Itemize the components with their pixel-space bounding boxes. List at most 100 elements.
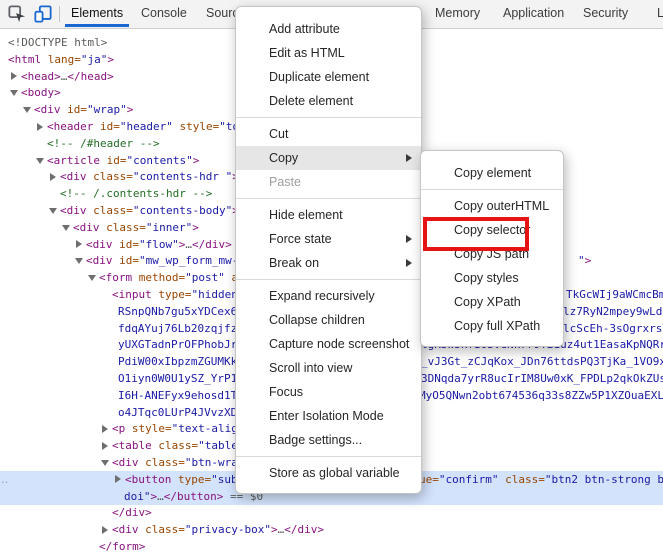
- dom-node-code: <form method="post" a: [99, 269, 238, 286]
- dom-node-code: fdqAYuj76Lb20zqjfzbU: [118, 320, 250, 337]
- devtools-window: ElementsConsoleSourcesMemoryApplicationS…: [0, 0, 663, 555]
- menu-item-copy-outerhtml[interactable]: Copy outerHTML: [421, 194, 563, 218]
- collapse-arrow-icon[interactable]: [100, 437, 110, 454]
- dom-node-code: <div id="wrap">: [34, 101, 133, 118]
- dom-node-code: <div class="contents-hdr ">: [60, 168, 239, 185]
- dom-node-code: o4JTqc0LUrP4JVvzXDLm: [118, 404, 250, 421]
- dom-node-code: <p style="text-align: [112, 420, 244, 437]
- menu-item-edit-as-html[interactable]: Edit as HTML: [236, 41, 421, 65]
- menu-item-store-as-global-variable[interactable]: Store as global variable: [236, 461, 421, 485]
- dom-node-code: <div class="privacy-box">…</div>: [112, 521, 324, 538]
- menu-separator: [236, 198, 421, 199]
- menu-item-collapse-children[interactable]: Collapse children: [236, 308, 421, 332]
- wrapped-text-fragment: _vJ3Gt_zCJqKox_JDn76ttdsPQ3TjKa_1VO9x: [421, 353, 663, 370]
- dom-node-code: <!-- /.contents-hdr -->: [60, 185, 212, 202]
- menu-item-delete-element[interactable]: Delete element: [236, 89, 421, 113]
- menu-separator: [236, 117, 421, 118]
- collapse-arrow-icon[interactable]: [9, 68, 19, 85]
- tab-application[interactable]: Application: [496, 0, 571, 27]
- dom-node-code: <!DOCTYPE html>: [8, 34, 107, 51]
- toolbar-divider: [59, 6, 60, 22]
- dom-tree-row[interactable]: </div>: [0, 504, 663, 521]
- menu-item-capture-node-screenshot[interactable]: Capture node screenshot: [236, 332, 421, 356]
- dom-node-code: <div id="flow">…</div>: [86, 236, 232, 253]
- menu-item-break-on[interactable]: Break on: [236, 251, 421, 275]
- collapse-arrow-icon[interactable]: [35, 118, 45, 135]
- menu-separator: [421, 189, 563, 190]
- menu-separator: [236, 456, 421, 457]
- dom-node-code: I6H-ANEFyx9ehosd1T5y: [118, 387, 250, 404]
- menu-item-enter-isolation-mode[interactable]: Enter Isolation Mode: [236, 404, 421, 428]
- dom-node-code: <input type="hidden": [112, 286, 244, 303]
- menu-item-add-attribute[interactable]: Add attribute: [236, 17, 421, 41]
- dom-node-code: <!-- /#header -->: [47, 135, 160, 152]
- wrapped-text-fragment: MyO5QNwn2obt674536q33s8ZZw5P1XZOuaEXL: [419, 387, 663, 404]
- collapse-arrow-icon[interactable]: [48, 168, 58, 185]
- expand-arrow-icon[interactable]: [48, 202, 58, 219]
- tab-security[interactable]: Security: [576, 0, 635, 27]
- dom-node-code: <header id="header" style="to: [47, 118, 239, 135]
- expand-arrow-icon[interactable]: [74, 252, 84, 269]
- device-toolbar-icon[interactable]: [34, 5, 52, 23]
- tab-lighthouse[interactable]: Lighthouse: [650, 0, 663, 27]
- menu-item-cut[interactable]: Cut: [236, 122, 421, 146]
- menu-item-copy-element[interactable]: Copy element: [421, 161, 563, 185]
- wrapped-text-fragment: lcScEh-3sOgrxrsV: [563, 320, 663, 337]
- menu-item-copy[interactable]: Copy: [236, 146, 421, 170]
- expand-arrow-icon[interactable]: [35, 152, 45, 169]
- collapse-arrow-icon[interactable]: [100, 420, 110, 437]
- wrapped-text-fragment: ">: [578, 252, 591, 269]
- row-more-dots: ‥: [1, 471, 9, 488]
- tab-memory[interactable]: Memory: [428, 0, 487, 27]
- menu-item-copy-xpath[interactable]: Copy XPath: [421, 290, 563, 314]
- context-menu: Add attributeEdit as HTMLDuplicate eleme…: [235, 6, 422, 494]
- tab-console[interactable]: Console: [134, 0, 194, 27]
- dom-node-code: <head>…</head>: [21, 68, 114, 85]
- expand-arrow-icon[interactable]: [100, 454, 110, 471]
- dom-node-code: <div id="mw_wp_form_mw-: [86, 252, 238, 269]
- wrapped-text-fragment: ue="confirm" class="btn2 btn-strong bt: [419, 471, 663, 488]
- expand-arrow-icon[interactable]: [22, 101, 32, 118]
- expand-arrow-icon[interactable]: [87, 269, 97, 286]
- dom-node-code: </div>: [112, 504, 152, 521]
- wrapped-text-fragment: TkGcWIj9aWCmcBm: [566, 286, 663, 303]
- dom-node-code: <body>: [21, 84, 61, 101]
- tab-elements[interactable]: Elements: [64, 0, 130, 27]
- collapse-arrow-icon[interactable]: [100, 521, 110, 538]
- submenu-arrow-icon: [406, 259, 412, 267]
- annotation-red-box: [423, 217, 529, 251]
- dom-node-code: <div class="inner">: [73, 219, 199, 236]
- dom-node-code: yUXGTadnPrOFPhobJrCE: [118, 336, 250, 353]
- menu-item-scroll-into-view[interactable]: Scroll into view: [236, 356, 421, 380]
- dom-node-code: </form>: [99, 538, 145, 555]
- menu-item-focus[interactable]: Focus: [236, 380, 421, 404]
- menu-item-hide-element[interactable]: Hide element: [236, 203, 421, 227]
- dom-node-code: <div class="btn-wrap: [112, 454, 244, 471]
- menu-item-copy-full-xpath[interactable]: Copy full XPath: [421, 314, 563, 338]
- menu-item-force-state[interactable]: Force state: [236, 227, 421, 251]
- dom-tree-row[interactable]: <div class="privacy-box">…</div>: [0, 521, 663, 538]
- menu-item-badge-settings[interactable]: Badge settings...: [236, 428, 421, 452]
- menu-item-duplicate-element[interactable]: Duplicate element: [236, 65, 421, 89]
- collapse-arrow-icon[interactable]: [113, 471, 123, 488]
- expand-arrow-icon[interactable]: [9, 84, 19, 101]
- dom-tree-row[interactable]: </form>: [0, 538, 663, 555]
- dom-node-code: <table class="table-: [112, 437, 244, 454]
- wrapped-text-fragment: 3DNqda7yrR8ucIrIM8Uw0xK_FPDLp2qkOkZUs: [421, 370, 663, 387]
- dom-node-code: <button type="subm: [125, 471, 244, 488]
- dom-node-code: <div class="contents-body">: [60, 202, 239, 219]
- dom-node-code: O1iyn0W0U1ySZ_YrP1OH: [118, 370, 250, 387]
- submenu-arrow-icon: [406, 154, 412, 162]
- submenu-arrow-icon: [406, 235, 412, 243]
- dom-node-code: <html lang="ja">: [8, 51, 114, 68]
- menu-item-paste[interactable]: Paste: [236, 170, 421, 194]
- collapse-arrow-icon[interactable]: [74, 236, 84, 253]
- dom-node-code: RSnpQNb7gu5xYDCex6fz: [118, 303, 250, 320]
- dom-node-code: PdiW00xIbpzmZGUMKkBX: [118, 353, 250, 370]
- menu-item-copy-styles[interactable]: Copy styles: [421, 266, 563, 290]
- wrapped-text-fragment: lz7RyN2mpey9wLdr: [563, 303, 663, 320]
- inspect-element-icon[interactable]: [8, 5, 26, 23]
- expand-arrow-icon[interactable]: [61, 219, 71, 236]
- menu-item-expand-recursively[interactable]: Expand recursively: [236, 284, 421, 308]
- dom-node-code: <article id="contents">: [47, 152, 199, 169]
